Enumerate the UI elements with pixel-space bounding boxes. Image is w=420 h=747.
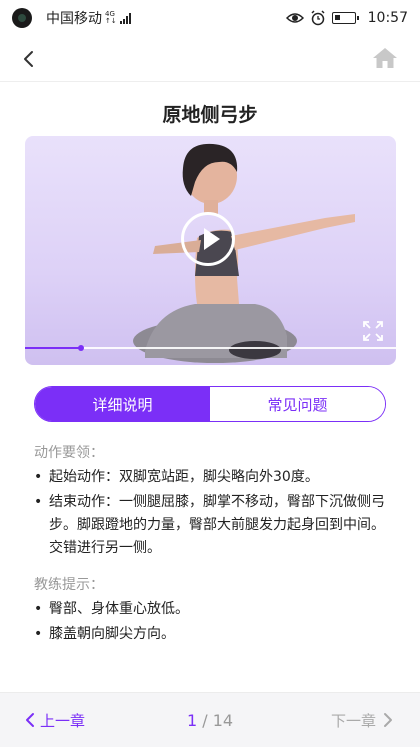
page-title: 原地侧弓步 [162, 104, 258, 126]
total-pages: / 14 [202, 710, 234, 730]
chevron-left-icon [24, 51, 33, 67]
list-item: 结束动作：一侧腿屈膝，脚掌不移动，臀部下沉做侧弓步。脚跟蹬地的力量，臀部大前腿发… [34, 491, 394, 560]
home-button[interactable] [372, 46, 398, 70]
previous-chapter-button[interactable]: 上一章 [24, 710, 85, 731]
coach-tips-heading: 教练提示： [34, 577, 104, 593]
play-button[interactable] [181, 212, 235, 266]
video-progress-fill [25, 347, 81, 349]
list-item: 膝盖朝向脚尖方向。 [34, 623, 394, 646]
signal-icon [119, 12, 131, 24]
back-button[interactable] [18, 48, 40, 70]
next-chapter-label: 下一章 [330, 711, 376, 730]
fullscreen-button[interactable] [362, 320, 384, 342]
current-page: 1 [186, 710, 198, 730]
carrier-name: 中国移动 [46, 11, 102, 27]
status-bar: 中国移动 4G ↑↓ 10:57 [0, 0, 420, 36]
key-points-heading: 动作要领： [34, 445, 104, 461]
list-item: 起始动作：双脚宽站距，脚尖略向外30度。 [34, 466, 394, 489]
coach-tips-list: 臀部、身体重心放低。 膝盖朝向脚尖方向。 [34, 598, 394, 648]
navigation-bar [0, 36, 420, 82]
chevron-right-icon [384, 713, 392, 727]
tab-bar: 详细说明 常见问题 [34, 386, 386, 422]
eye-icon [285, 13, 304, 23]
battery-icon [331, 12, 359, 24]
app-notification-icon [12, 8, 32, 28]
tab-details[interactable]: 详细说明 [35, 387, 210, 421]
list-item: 臀部、身体重心放低。 [34, 598, 394, 621]
fullscreen-icon [363, 321, 383, 341]
clock: 10:57 [367, 10, 408, 26]
home-icon [373, 48, 397, 68]
key-points-list: 起始动作：双脚宽站距，脚尖略向外30度。 结束动作：一侧腿屈膝，脚掌不移动，臀部… [34, 466, 394, 562]
chapter-pager-bar: 上一章 1 / 14 下一章 [0, 692, 420, 747]
video-progress-handle[interactable] [77, 345, 84, 351]
tab-faq[interactable]: 常见问题 [210, 387, 385, 421]
next-chapter-button[interactable]: 下一章 [331, 710, 394, 731]
video-progress-bar[interactable] [25, 345, 396, 351]
network-type-indicator: 4G ↑↓ [105, 10, 117, 25]
alarm-icon [311, 10, 325, 26]
video-player[interactable] [25, 136, 396, 365]
chevron-left-icon [26, 713, 34, 727]
previous-chapter-label: 上一章 [40, 711, 86, 730]
